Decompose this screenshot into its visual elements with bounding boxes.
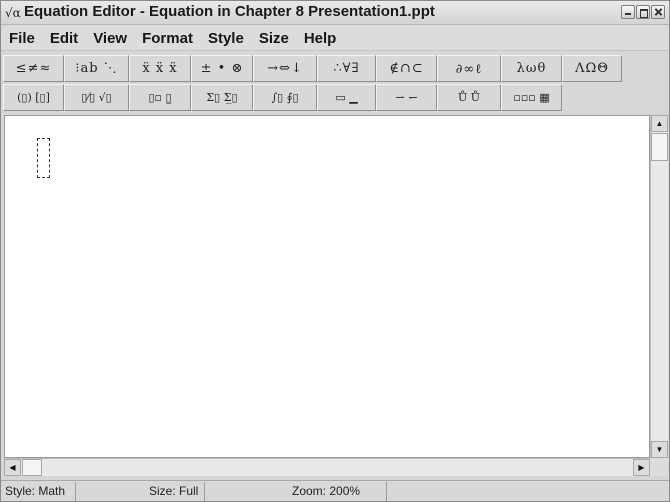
- empty-equation-slot[interactable]: [37, 138, 50, 178]
- symbol-palette-toolbar: ≤≠≈ ⁝ab ⋱ ẍ ẍ ẍ ± • ⊗ →⇔↓ ∴∀∃ ∉∩⊂ ∂∞ℓ λω…: [3, 55, 665, 83]
- fence-templates-button[interactable]: (▯) [▯]: [3, 84, 64, 111]
- menu-help[interactable]: Help: [304, 30, 337, 47]
- operator-symbols-button[interactable]: ± • ⊗: [191, 55, 253, 82]
- embellishments-button[interactable]: ẍ ẍ ẍ: [129, 55, 191, 82]
- set-theory-symbols-button[interactable]: ∉∩⊂: [376, 55, 437, 82]
- menu-bar: File Edit View Format Style Size Help: [1, 26, 669, 51]
- scroll-down-arrow-icon[interactable]: ▼: [651, 441, 668, 458]
- vertical-scroll-thumb[interactable]: [651, 133, 668, 161]
- template-palette-toolbar: (▯) [▯] ▯⁄▯ √▯ ▯▫ ▯̲ Σ▯ Σ̲▯ ∫▯ ∮▯ ▭ ▁ ⇀ …: [3, 84, 665, 112]
- status-style: Style: Math: [1, 481, 76, 501]
- status-size: Size: Full: [76, 481, 205, 501]
- miscellaneous-symbols-button[interactable]: ∂∞ℓ: [437, 55, 501, 82]
- menu-size[interactable]: Size: [259, 30, 289, 47]
- menu-view[interactable]: View: [93, 30, 127, 47]
- products-set-theory-templates-button[interactable]: Ů Ů: [437, 84, 501, 111]
- scroll-right-arrow-icon[interactable]: ▶: [633, 459, 650, 476]
- menu-edit[interactable]: Edit: [50, 30, 78, 47]
- fraction-radical-templates-button[interactable]: ▯⁄▯ √▯: [64, 84, 129, 111]
- minimize-button[interactable]: [621, 5, 635, 19]
- maximize-button[interactable]: [636, 5, 650, 19]
- vertical-scrollbar[interactable]: ▲ ▼: [650, 115, 668, 458]
- integral-templates-button[interactable]: ∫▯ ∮▯: [253, 84, 317, 111]
- window-controls: [621, 5, 665, 19]
- status-bar: Style: Math Size: Full Zoom: 200%: [1, 480, 669, 501]
- scrollbar-corner: [650, 458, 668, 476]
- greek-lowercase-button[interactable]: λωθ: [501, 55, 562, 82]
- close-button[interactable]: [651, 5, 665, 19]
- menu-file[interactable]: File: [9, 30, 35, 47]
- scroll-up-arrow-icon[interactable]: ▲: [651, 115, 668, 132]
- title-bar[interactable]: √α Equation Editor - Equation in Chapter…: [1, 1, 669, 25]
- greek-uppercase-button[interactable]: ΛΩΘ: [562, 55, 622, 82]
- equation-editing-area[interactable]: [4, 115, 650, 458]
- logical-symbols-button[interactable]: ∴∀∃: [317, 55, 376, 82]
- matrix-templates-button[interactable]: ▫▫▫ ▦: [501, 84, 562, 111]
- status-zoom: Zoom: 200%: [205, 481, 387, 501]
- underbar-overbar-templates-button[interactable]: ▭ ▁: [317, 84, 376, 111]
- summation-templates-button[interactable]: Σ▯ Σ̲▯: [191, 84, 253, 111]
- arrow-symbols-button[interactable]: →⇔↓: [253, 55, 317, 82]
- horizontal-scroll-thumb[interactable]: [22, 459, 42, 476]
- equation-editor-icon: √α: [5, 6, 21, 20]
- horizontal-scrollbar[interactable]: ◀ ▶: [4, 458, 650, 476]
- relational-symbols-button[interactable]: ≤≠≈: [3, 55, 64, 82]
- window-title: Equation Editor - Equation in Chapter 8 …: [24, 3, 435, 20]
- menu-format[interactable]: Format: [142, 30, 193, 47]
- spaces-ellipses-button[interactable]: ⁝ab ⋱: [64, 55, 129, 82]
- menu-style[interactable]: Style: [208, 30, 244, 47]
- subscript-superscript-templates-button[interactable]: ▯▫ ▯̲: [129, 84, 191, 111]
- equation-editor-window: √α Equation Editor - Equation in Chapter…: [0, 0, 670, 502]
- labeled-arrow-templates-button[interactable]: ⇀ ↽: [376, 84, 437, 111]
- scroll-left-arrow-icon[interactable]: ◀: [4, 459, 21, 476]
